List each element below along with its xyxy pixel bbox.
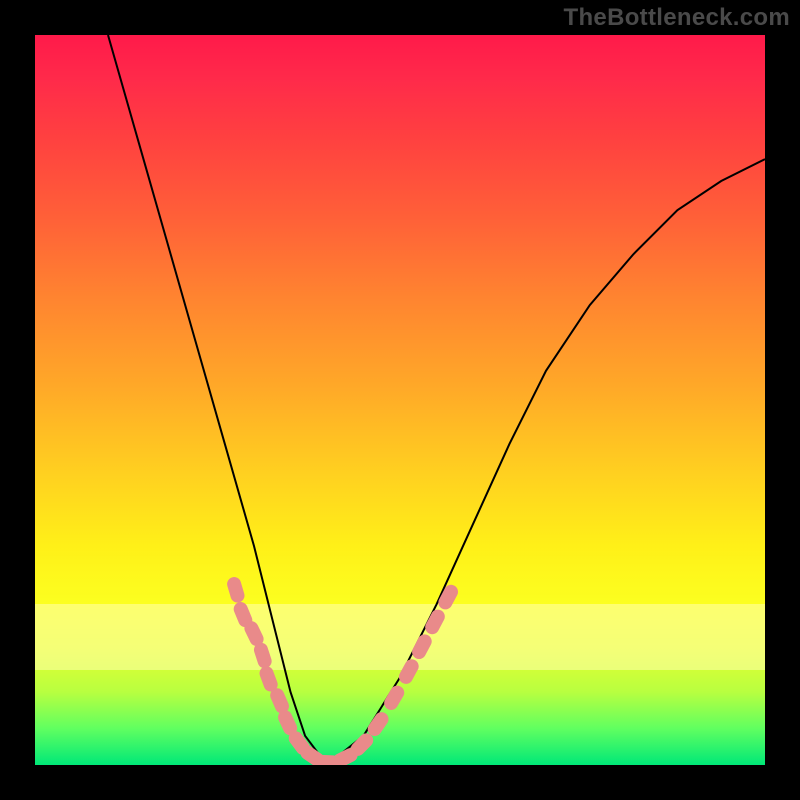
plot-area: [35, 35, 765, 765]
curve-marker: [410, 632, 435, 662]
main-curve: [108, 35, 765, 765]
curve-marker: [225, 575, 246, 604]
watermark-text: TheBottleneck.com: [564, 4, 790, 32]
curve-layer: [35, 35, 765, 765]
marker-group: [225, 575, 460, 765]
chart-frame: TheBottleneck.com: [0, 0, 800, 800]
curve-marker: [396, 657, 421, 687]
curve-marker: [423, 607, 448, 637]
curve-marker: [382, 683, 407, 713]
